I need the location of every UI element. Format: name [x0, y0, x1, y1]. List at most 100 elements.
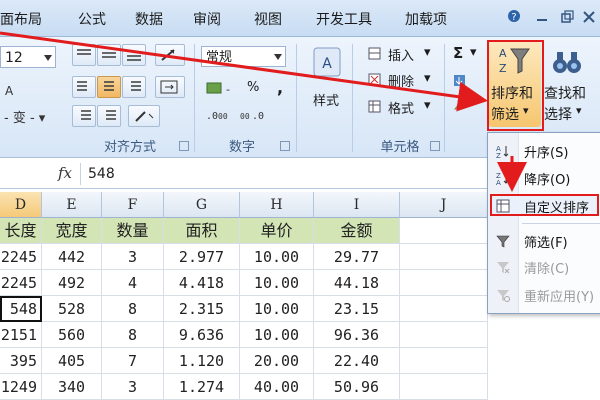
help-icon[interactable]: ?	[507, 9, 521, 23]
table-cell[interactable]: 1249	[0, 374, 42, 400]
table-cell[interactable]: 3	[102, 374, 164, 400]
insert-cells-button[interactable]: 插入	[388, 45, 414, 64]
header-cell-amount[interactable]: 金额	[314, 218, 400, 244]
table-cell[interactable]: 10.00	[240, 322, 314, 348]
column-header-I[interactable]: I	[314, 192, 400, 218]
table-cell[interactable]: 7	[102, 348, 164, 374]
header-cell-quantity[interactable]: 数量	[102, 218, 164, 244]
table-cell[interactable]: 395	[0, 348, 42, 374]
table-cell[interactable]: 9.636	[164, 322, 240, 348]
increase-decimal-icon[interactable]: .0 00	[206, 106, 232, 124]
find-select-label-2[interactable]: 选择	[544, 104, 572, 124]
tab-developer[interactable]: 开发工具	[316, 9, 372, 29]
table-cell[interactable]: 29.77	[314, 244, 400, 270]
format-cells-button[interactable]: 格式	[388, 98, 414, 117]
font-size-field[interactable]: 12	[0, 46, 56, 68]
styles-button[interactable]: 样式	[313, 90, 339, 109]
close-icon[interactable]	[582, 10, 596, 24]
cells-dialog-launcher[interactable]	[430, 141, 440, 151]
header-cell-area[interactable]: 面积	[164, 218, 240, 244]
merge-center-button[interactable]	[155, 76, 185, 98]
column-header-G[interactable]: G	[164, 192, 240, 218]
minimize-icon[interactable]	[535, 10, 549, 24]
tab-formulas[interactable]: 公式	[78, 9, 106, 29]
decrease-decimal-icon[interactable]: 00.0	[240, 106, 266, 124]
tab-data[interactable]: 数据	[135, 9, 163, 29]
tab-add-ins[interactable]: 加载项	[405, 9, 447, 29]
insert-dropdown-chevron[interactable]: ▾	[424, 45, 431, 60]
active-cell[interactable]: 548	[0, 296, 42, 322]
clear-icon[interactable]	[453, 98, 466, 111]
table-cell[interactable]: 50.96	[314, 374, 400, 400]
align-left-button[interactable]	[72, 76, 96, 98]
restore-icon[interactable]	[560, 10, 574, 24]
insert-function-icon[interactable]: fx	[58, 164, 72, 182]
delete-dropdown-chevron[interactable]: ▾	[424, 71, 431, 86]
menu-item-filter[interactable]: 筛选(F)	[488, 229, 600, 253]
table-cell[interactable]: 2151	[0, 322, 42, 348]
menu-item-sort-descending[interactable]: ZA 降序(O)	[488, 166, 600, 190]
table-cell[interactable]: 442	[42, 244, 102, 270]
comma-style-button[interactable]: ,	[277, 78, 283, 97]
column-header-D[interactable]: D	[0, 192, 42, 218]
table-cell[interactable]: 1.274	[164, 374, 240, 400]
menu-item-custom-sort[interactable]: 自定义排序	[490, 194, 599, 216]
table-cell[interactable]: 2245	[0, 270, 42, 296]
table-cell[interactable]: 10.00	[240, 296, 314, 322]
phonetic-guide-icon[interactable]: - 变 - ▾	[4, 108, 64, 126]
empty-cell[interactable]	[400, 348, 488, 374]
table-cell[interactable]: 2.315	[164, 296, 240, 322]
table-cell[interactable]: 10.00	[240, 270, 314, 296]
table-cell[interactable]: 8	[102, 296, 164, 322]
table-cell[interactable]: 2.977	[164, 244, 240, 270]
empty-cell[interactable]	[400, 244, 488, 270]
orientation-button[interactable]	[155, 44, 185, 66]
align-middle-button[interactable]	[97, 44, 121, 66]
empty-cell[interactable]	[400, 296, 488, 322]
table-cell[interactable]: 8	[102, 322, 164, 348]
table-cell[interactable]: 40.00	[240, 374, 314, 400]
table-cell[interactable]: 340	[42, 374, 102, 400]
table-cell[interactable]: 560	[42, 322, 102, 348]
menu-item-sort-ascending[interactable]: AZ 升序(S)	[488, 139, 600, 163]
header-cell-length[interactable]: 长度	[0, 218, 42, 244]
table-cell[interactable]: 96.36	[314, 322, 400, 348]
menu-item-reapply[interactable]: 重新应用(Y)	[488, 283, 600, 307]
empty-cell[interactable]	[400, 218, 488, 244]
empty-cell[interactable]	[400, 270, 488, 296]
align-right-button[interactable]	[122, 76, 146, 98]
text-direction-button[interactable]	[128, 105, 160, 127]
percent-style-button[interactable]: %	[247, 80, 259, 95]
table-cell[interactable]: 23.15	[314, 296, 400, 322]
table-cell[interactable]: 2245	[0, 244, 42, 270]
number-dialog-launcher[interactable]	[280, 141, 290, 151]
header-cell-width[interactable]: 宽度	[42, 218, 102, 244]
column-header-J[interactable]: J	[400, 192, 488, 218]
table-cell[interactable]: 22.40	[314, 348, 400, 374]
autosum-chevron[interactable]: ▾	[470, 45, 477, 60]
column-header-H[interactable]: H	[240, 192, 314, 218]
decrease-indent-button[interactable]	[72, 105, 96, 127]
empty-cell[interactable]	[400, 322, 488, 348]
align-center-button[interactable]	[97, 76, 121, 98]
table-cell[interactable]: 1.120	[164, 348, 240, 374]
empty-cell[interactable]	[400, 374, 488, 400]
shrink-font-icon[interactable]: A	[3, 80, 29, 100]
table-cell[interactable]: 528	[42, 296, 102, 322]
binoculars-icon[interactable]	[551, 48, 583, 78]
number-format-field[interactable]: 常规	[201, 46, 286, 67]
format-dropdown-chevron[interactable]: ▾	[424, 98, 431, 113]
menu-item-clear[interactable]: 清除(C)	[488, 255, 600, 279]
column-header-F[interactable]: F	[102, 192, 164, 218]
table-cell[interactable]: 405	[42, 348, 102, 374]
column-header-E[interactable]: E	[42, 192, 102, 218]
table-cell[interactable]: 4	[102, 270, 164, 296]
table-cell[interactable]: 10.00	[240, 244, 314, 270]
currency-format-icon[interactable]: -	[206, 80, 236, 98]
align-bottom-button[interactable]	[122, 44, 146, 66]
table-cell[interactable]: 20.00	[240, 348, 314, 374]
table-cell[interactable]: 492	[42, 270, 102, 296]
formula-input[interactable]: 548	[88, 166, 115, 182]
align-top-button[interactable]	[72, 44, 96, 66]
tab-page-layout[interactable]: 面布局	[0, 9, 42, 29]
